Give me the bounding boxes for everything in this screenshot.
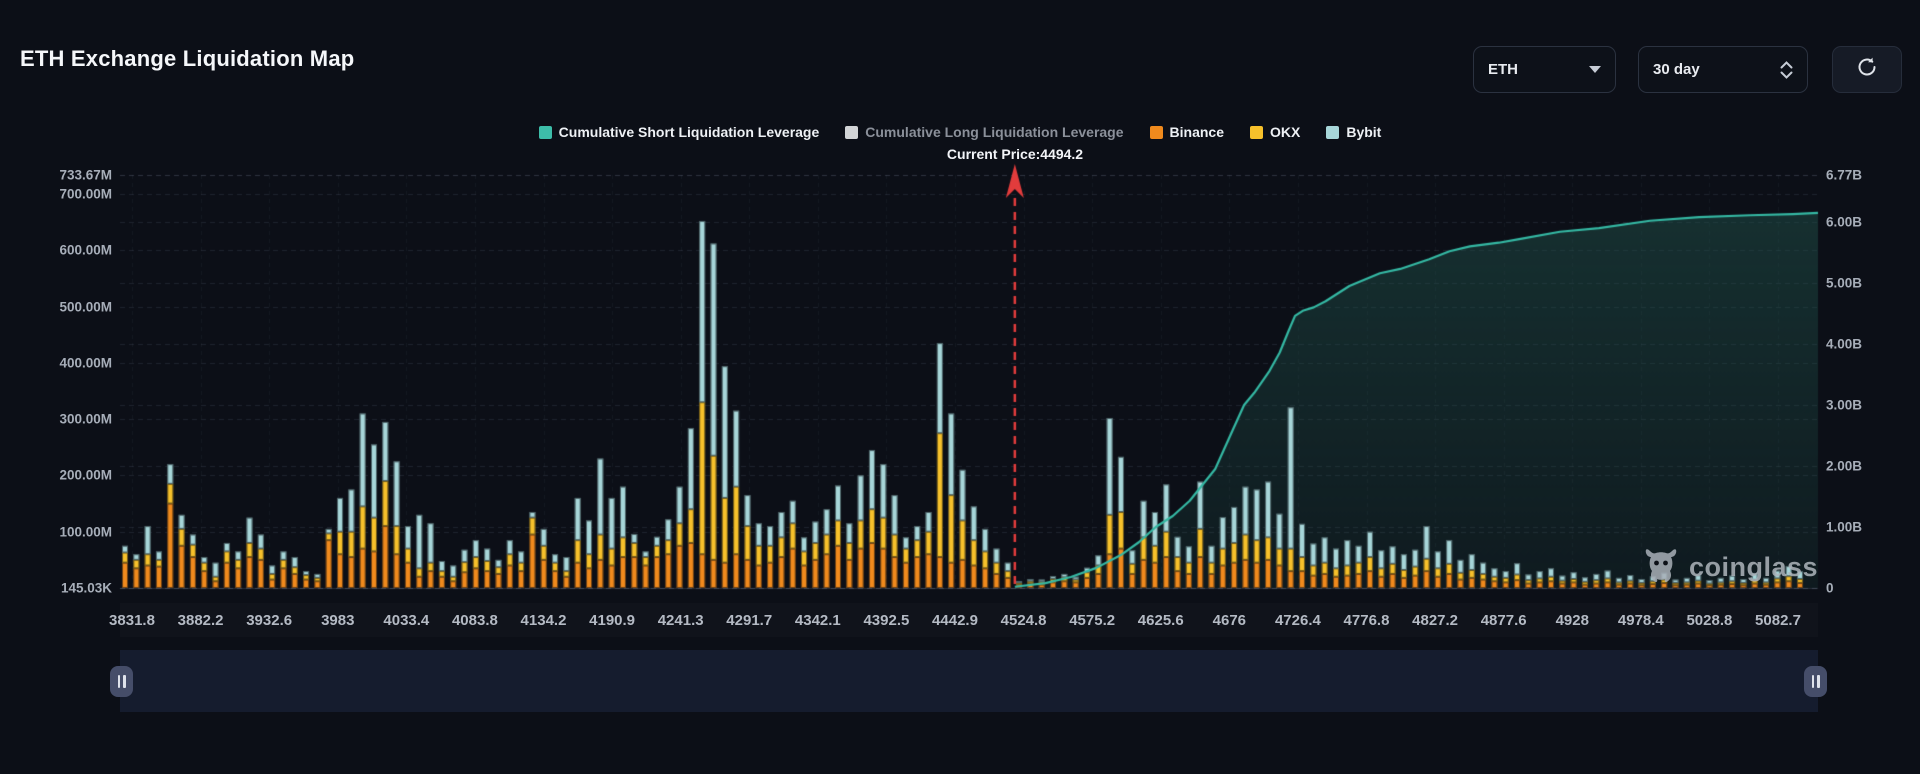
x-axis-tick: 3983 <box>321 612 354 629</box>
y-left-tick: 145.03K <box>12 580 112 595</box>
x-axis-tick: 4442.9 <box>932 612 978 629</box>
y-right-tick: 0 <box>1826 581 1834 596</box>
y-right-tick: 1.00B <box>1826 519 1862 534</box>
y-left-tick: 700.00M <box>12 186 112 201</box>
y-left-tick: 400.00M <box>12 355 112 370</box>
x-axis-tick: 4978.4 <box>1618 612 1664 629</box>
y-left-tick: 500.00M <box>12 299 112 314</box>
range-slider-left-handle[interactable] <box>110 666 133 697</box>
x-axis-tick: 5028.8 <box>1686 612 1732 629</box>
y-left-tick: 200.00M <box>12 468 112 483</box>
x-axis-tick: 5082.7 <box>1755 612 1801 629</box>
x-axis-tick: 4827.2 <box>1412 612 1458 629</box>
x-axis-tick: 4524.8 <box>1001 612 1047 629</box>
y-left-tick: 100.00M <box>12 524 112 539</box>
y-right-tick: 3.00B <box>1826 397 1862 412</box>
x-axis-tick: 4291.7 <box>726 612 772 629</box>
x-axis-tick: 4134.2 <box>521 612 567 629</box>
y-right-tick: 5.00B <box>1826 275 1862 290</box>
y-right-tick: 6.77B <box>1826 168 1862 183</box>
x-axis-tick: 4625.6 <box>1138 612 1184 629</box>
x-axis-tick: 4241.3 <box>658 612 704 629</box>
x-axis-tick: 3831.8 <box>109 612 155 629</box>
x-axis-tick: 4083.8 <box>452 612 498 629</box>
y-left-tick: 733.67M <box>12 168 112 183</box>
x-axis-tick: 4575.2 <box>1069 612 1115 629</box>
x-axis-tick: 4033.4 <box>383 612 429 629</box>
x-axis-tick: 4392.5 <box>863 612 909 629</box>
range-slider-track[interactable] <box>120 650 1818 712</box>
y-left-tick: 600.00M <box>12 243 112 258</box>
y-left-tick: 300.00M <box>12 412 112 427</box>
x-axis-tick: 4776.8 <box>1344 612 1390 629</box>
x-axis-tick: 4676 <box>1213 612 1246 629</box>
range-slider-right-handle[interactable] <box>1804 666 1827 697</box>
x-axis-tick: 4928 <box>1556 612 1589 629</box>
x-axis-tick: 4342.1 <box>795 612 841 629</box>
y-right-tick: 2.00B <box>1826 458 1862 473</box>
x-axis-tick: 4726.4 <box>1275 612 1321 629</box>
liquidation-map-card: ETH Exchange Liquidation Map ETH 30 day … <box>0 0 1920 774</box>
x-axis-tick: 4877.6 <box>1481 612 1527 629</box>
x-axis-tick: 4190.9 <box>589 612 635 629</box>
y-right-tick: 4.00B <box>1826 336 1862 351</box>
y-right-tick: 6.00B <box>1826 214 1862 229</box>
x-axis-tick: 3932.6 <box>246 612 292 629</box>
x-axis-tick: 3882.2 <box>178 612 224 629</box>
